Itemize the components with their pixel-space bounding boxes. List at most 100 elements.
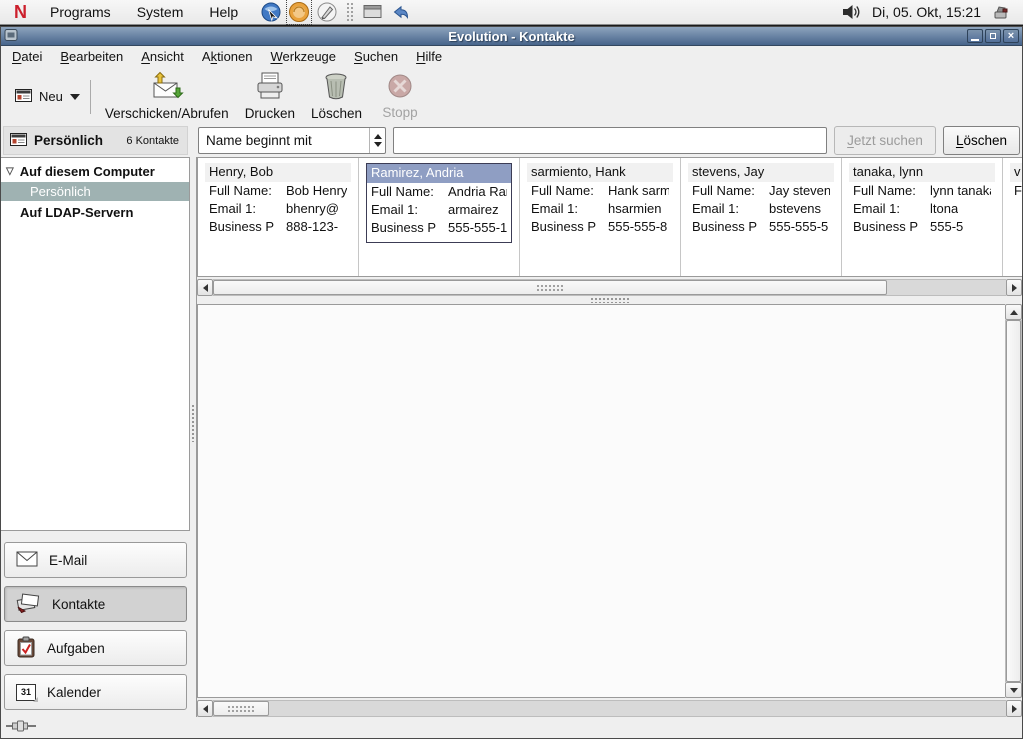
menu-datei[interactable]: Datei <box>3 46 51 69</box>
menu-bearbeiten[interactable]: Bearbeiten <box>51 46 132 69</box>
desktop-panel: N Programs System Help <box>0 0 1023 25</box>
splitter-grip-icon[interactable] <box>590 297 630 303</box>
addressbook-title: Persönlich <box>34 133 103 148</box>
scrollbar-thumb[interactable] <box>213 280 887 295</box>
scrollbar-thumb[interactable] <box>213 701 269 716</box>
menu-suchen[interactable]: Suchen <box>345 46 407 69</box>
contact-card[interactable]: tanaka, lynn Full Name:lynn tanaka Email… <box>849 163 995 236</box>
contact-card[interactable]: stevens, Jay Full Name:Jay stevens Email… <box>688 163 834 236</box>
card-column: stevens, Jay Full Name:Jay stevens Email… <box>681 158 842 276</box>
clear-search-button[interactable]: Löschen <box>943 126 1020 155</box>
menu-aktionen[interactable]: Aktionen <box>193 46 262 69</box>
preview-vertical-scrollbar[interactable] <box>1005 304 1022 698</box>
print-button[interactable]: Drucken <box>237 68 303 125</box>
mail-icon <box>16 551 38 570</box>
blue-arrow-icon[interactable] <box>389 0 413 24</box>
preview-pane-splitter[interactable] <box>197 296 1022 304</box>
contact-card[interactable]: sarmiento, Hank Full Name:Hank sarmi Ema… <box>527 163 673 236</box>
tree-item-ldap-servers[interactable]: Auf LDAP-Servern <box>1 201 189 220</box>
toolbar: Neu Verschicken/Abrufen Drucken <box>1 69 1022 124</box>
send-receive-button[interactable]: Verschicken/Abrufen <box>97 68 237 125</box>
contact-card[interactable]: Henry, Bob Full Name:Bob Henry Email 1:b… <box>205 163 351 236</box>
minimize-button[interactable] <box>967 29 983 43</box>
new-contact-icon <box>15 89 32 105</box>
card-column: Henry, Bob Full Name:Bob Henry Email 1:b… <box>198 158 359 276</box>
panel-menu-help[interactable]: Help <box>196 0 251 25</box>
launcher-orange-icon[interactable] <box>287 0 311 24</box>
scrollbar-thumb[interactable] <box>1006 320 1021 682</box>
window-title: Evolution - Kontakte <box>1 29 1022 44</box>
search-input[interactable] <box>393 127 827 154</box>
contact-name[interactable]: Ramirez, Andria <box>367 164 511 183</box>
menu-ansicht[interactable]: Ansicht <box>132 46 193 69</box>
printer-icon <box>254 71 286 104</box>
new-button[interactable]: Neu <box>7 83 88 111</box>
card-column: tanaka, lynn Full Name:lynn tanaka Email… <box>842 158 1003 276</box>
delete-button[interactable]: Löschen <box>303 68 370 125</box>
stop-icon <box>386 72 414 103</box>
notes-launcher-icon[interactable] <box>315 0 339 24</box>
card-column-partial: v Full Name: <box>1003 158 1022 276</box>
switcher-contacts-button[interactable]: Kontakte <box>4 586 187 622</box>
novell-logo-icon[interactable]: N <box>6 1 37 23</box>
contact-card[interactable]: v Full Name: <box>1010 163 1022 200</box>
scroll-right-icon[interactable] <box>1006 279 1022 296</box>
search-now-button: Jetzt suchen <box>834 126 936 155</box>
tasks-icon <box>16 636 36 661</box>
contact-name[interactable]: Henry, Bob <box>205 163 351 182</box>
menu-werkzeuge[interactable]: Werkzeuge <box>261 46 345 69</box>
folder-tree: ▽ Auf diesem Computer Persönlich Auf LDA… <box>1 157 190 531</box>
tree-expander-icon[interactable]: ▽ <box>6 166 14 177</box>
card-column: sarmiento, Hank Full Name:Hank sarmi Ema… <box>520 158 681 276</box>
maximize-button[interactable] <box>985 29 1001 43</box>
panel-clock[interactable]: Di, 05. Okt, 15:21 <box>872 4 981 20</box>
evolution-window: Evolution - Kontakte × Datei Bearbeiten … <box>0 26 1023 739</box>
addressbook-icon <box>10 133 27 149</box>
window-list-icon[interactable] <box>361 0 385 24</box>
splitter-grip-icon[interactable] <box>191 404 196 442</box>
tree-item-personal[interactable]: Persönlich <box>1 182 189 201</box>
scroll-down-icon[interactable] <box>1005 682 1022 698</box>
card-column: Ramirez, Andria Full Name:Andria Ram Ema… <box>359 158 520 276</box>
tray-device-icon[interactable] <box>989 0 1013 24</box>
combo-spinner-icon[interactable] <box>369 128 385 153</box>
scroll-up-icon[interactable] <box>1005 304 1022 320</box>
panel-menu-programs[interactable]: Programs <box>37 0 124 25</box>
addressbook-header: Persönlich 6 Kontakte <box>3 126 188 155</box>
calendar-icon: 31 <box>16 684 36 701</box>
panel-drag-handle[interactable] <box>346 2 354 22</box>
contacts-main: Henry, Bob Full Name:Bob Henry Email 1:b… <box>197 157 1022 717</box>
trash-icon <box>322 71 350 104</box>
sidebar-splitter[interactable] <box>190 157 197 717</box>
contact-name[interactable]: sarmiento, Hank <box>527 163 673 182</box>
sidebar: ▽ Auf diesem Computer Persönlich Auf LDA… <box>1 157 190 717</box>
contact-count: 6 Kontakte <box>126 135 179 147</box>
web-browser-icon[interactable] <box>259 0 283 24</box>
close-button[interactable]: × <box>1003 29 1019 43</box>
titlebar[interactable]: Evolution - Kontakte × <box>1 27 1022 46</box>
switcher-tasks-button[interactable]: Aufgaben <box>4 630 187 666</box>
tree-item-on-this-computer[interactable]: ▽ Auf diesem Computer <box>1 163 189 181</box>
scroll-left-icon[interactable] <box>197 700 213 717</box>
preview-horizontal-scrollbar[interactable] <box>197 700 1022 717</box>
volume-icon[interactable] <box>840 0 864 24</box>
switcher-mail-button[interactable]: E-Mail <box>4 542 187 578</box>
switcher-calendar-button[interactable]: 31 Kalender <box>4 674 187 710</box>
contact-name[interactable]: v <box>1010 163 1022 182</box>
menu-hilfe[interactable]: Hilfe <box>407 46 451 69</box>
contact-card-selected[interactable]: Ramirez, Andria Full Name:Andria Ram Ema… <box>366 163 512 243</box>
toolbar-separator <box>90 80 91 114</box>
contact-name[interactable]: stevens, Jay <box>688 163 834 182</box>
status-bar <box>1 717 1022 738</box>
contact-preview-pane[interactable] <box>197 304 1005 698</box>
scroll-right-icon[interactable] <box>1006 700 1022 717</box>
online-status-plug-icon[interactable] <box>6 720 38 735</box>
cards-horizontal-scrollbar[interactable] <box>197 279 1022 296</box>
contact-name[interactable]: tanaka, lynn <box>849 163 995 182</box>
panel-menu-system[interactable]: System <box>124 0 197 25</box>
scroll-left-icon[interactable] <box>197 279 213 296</box>
new-dropdown-arrow-icon[interactable] <box>70 94 80 100</box>
stop-button: Stopp <box>370 69 430 124</box>
search-filter-select[interactable]: Name beginnt mit <box>198 127 386 154</box>
search-row: Persönlich 6 Kontakte Name beginnt mit J… <box>1 124 1022 157</box>
